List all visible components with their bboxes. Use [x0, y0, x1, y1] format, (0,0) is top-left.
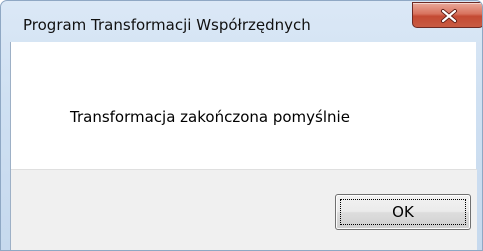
ok-button[interactable]: OK	[335, 194, 471, 230]
dialog-content: Transformacja zakończona pomyślnie OK	[10, 42, 477, 250]
close-button[interactable]	[412, 2, 482, 28]
ok-button-label: OK	[392, 203, 414, 221]
dialog-window: Program Transformacji Współrzędnych Tran…	[0, 0, 483, 251]
close-icon	[441, 9, 457, 23]
window-title: Program Transformacji Współrzędnych	[23, 16, 311, 34]
title-bar[interactable]: Program Transformacji Współrzędnych	[1, 1, 482, 41]
message-text: Transformacja zakończona pomyślnie	[70, 108, 350, 126]
